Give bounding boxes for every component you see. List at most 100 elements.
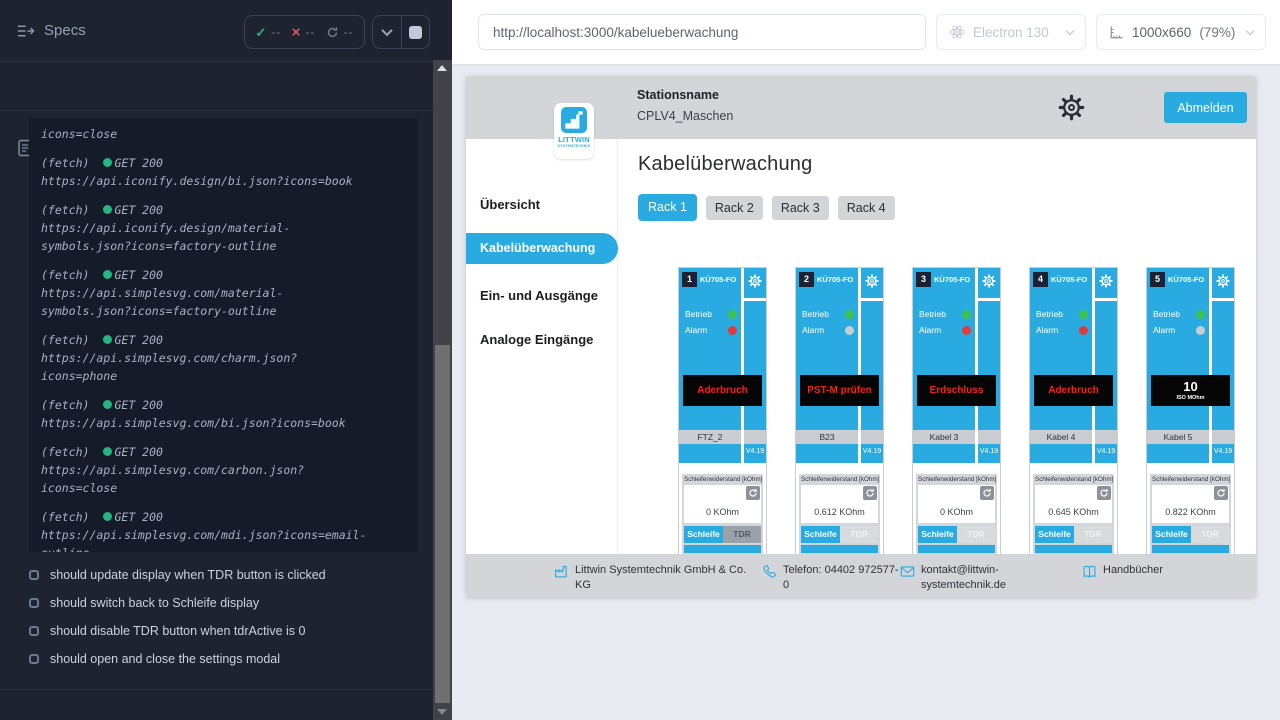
betrieb-label: Betrieb (1153, 309, 1180, 319)
sidebar-item-1[interactable]: Übersicht (466, 190, 618, 220)
log-entry-head: (fetch)GET 200 (41, 331, 406, 349)
refresh-icon (865, 488, 876, 498)
footer-text: kontakt@littwin-systemtechnik.de (921, 563, 1033, 593)
tdr-button[interactable]: TDR (1191, 526, 1229, 543)
measurement-panel: Schleifenwiderstand [kOhm]0.822 KOhmSchl… (1148, 472, 1233, 557)
card-settings-gear-button[interactable] (978, 272, 1000, 290)
alarm-label: Alarm (802, 325, 824, 335)
schleife-button[interactable]: Schleife (801, 526, 840, 543)
measurement-display: 0 KOhm (918, 485, 995, 523)
cable-name-side (1095, 430, 1117, 444)
specs-toggle-button[interactable]: Specs (16, 22, 86, 39)
settings-gear-button[interactable] (1058, 93, 1086, 121)
test-label: should open and close the settings modal (50, 652, 280, 666)
tdr-button[interactable]: TDR (957, 526, 995, 543)
tab-rack-3[interactable]: Rack 3 (772, 196, 829, 220)
failed-icon: × (292, 25, 301, 40)
device-card: 2KÜ705-FOBetriebAlarmPST-M prüfenB23V4.1… (795, 267, 884, 557)
card-settings-gear-button[interactable] (1212, 272, 1234, 290)
log-entry: (fetch)GET 200https://api.simplesvg.com/… (41, 508, 406, 552)
footer-item-phone: Telefon: 04402 972577-0 (762, 563, 901, 593)
card-settings-gear-button[interactable] (861, 272, 883, 290)
footer-item-book[interactable]: Handbücher (1082, 563, 1223, 584)
cable-name-label: FTZ_2 (679, 430, 741, 444)
refresh-icon (1099, 488, 1110, 498)
sidebar-item-3[interactable]: Ein- und Ausgänge (466, 281, 618, 311)
test-item[interactable]: should switch back to Schleife display (29, 589, 433, 617)
firmware-version: V4.19 (1095, 448, 1117, 455)
display-alarm-text: PST-M prüfen (807, 385, 871, 396)
schleife-button[interactable]: Schleife (684, 526, 723, 543)
chevron-down-icon (1066, 26, 1074, 34)
schleife-button[interactable]: Schleife (918, 526, 957, 543)
log-url-line: icons=close (41, 125, 406, 143)
tab-rack-1[interactable]: Rack 1 (638, 194, 697, 221)
card-bottom-strip (918, 545, 995, 553)
page-title: Kabelüberwachung (638, 153, 812, 176)
schleife-button[interactable]: Schleife (1152, 526, 1191, 543)
test-label: should switch back to Schleife display (50, 596, 259, 610)
screen: Specs ✓-- ×-- -- kue705fo.cy.ts 00:11 ic… (0, 0, 1280, 720)
log-entry-head: (fetch)GET 200 (41, 508, 406, 526)
station-info: Stationsname CPLV4_Maschen (637, 88, 733, 123)
sidebar-item-2[interactable]: Kabelüberwachung (466, 233, 618, 264)
log-url-line: https://api.simplesvg.com/carbon.json? (41, 461, 406, 479)
sidebar-item-4[interactable]: Analoge Eingänge (466, 325, 618, 355)
gear-icon (1058, 94, 1085, 121)
test-item[interactable]: should disable TDR button when tdrActive… (29, 617, 433, 645)
scroll-down-arrow-icon[interactable] (437, 709, 447, 715)
measurement-value: 0 KOhm (684, 507, 761, 517)
log-entry-head: (fetch)GET 200 (41, 201, 406, 219)
tdr-button[interactable]: TDR (723, 526, 761, 543)
cable-name-side (1212, 430, 1234, 444)
rack-tabs: Rack 1 Rack 2 Rack 3 Rack 4 (638, 196, 895, 221)
log-status: GET 200 (114, 445, 162, 459)
tdr-button[interactable]: TDR (1074, 526, 1112, 543)
url-input[interactable] (478, 14, 926, 50)
measurement-display: 0.645 KOhm (1035, 485, 1112, 523)
gear-icon (978, 274, 1000, 288)
log-url-line: https://api.simplesvg.com/charm.json? (41, 349, 406, 367)
cable-name-side (978, 430, 1000, 444)
tab-rack-4[interactable]: Rack 4 (838, 196, 895, 220)
refresh-button[interactable] (863, 486, 877, 500)
device-card: 4KÜ705-FOBetriebAlarmAderbruchKabel 4V4.… (1029, 267, 1118, 557)
firmware-version: V4.19 (1212, 448, 1234, 455)
card-bottom-strip (684, 545, 761, 553)
refresh-button[interactable] (1214, 486, 1228, 500)
logout-button[interactable]: Abmelden (1164, 92, 1247, 123)
tab-rack-2[interactable]: Rack 2 (706, 196, 763, 220)
log-entry-head: (fetch)GET 200 (41, 396, 406, 414)
device-card: 5KÜ705-FOBetriebAlarm10ISO MOhmKabel 5V4… (1146, 267, 1235, 557)
log-url-line: https://api.simplesvg.com/material- (41, 284, 406, 302)
log-entry: (fetch)GET 200https://api.simplesvg.com/… (41, 331, 406, 385)
status-dot-icon (103, 447, 112, 456)
measurement-panel: Schleifenwiderstand [kOhm]0.645 KOhmSchl… (1031, 472, 1116, 557)
footer-item-email[interactable]: kontakt@littwin-systemtechnik.de (900, 563, 1033, 593)
tdr-button[interactable]: TDR (840, 526, 878, 543)
factory-icon (554, 563, 569, 593)
card-settings-gear-button[interactable] (744, 272, 766, 290)
log-entry: (fetch)GET 200https://api.simplesvg.com/… (41, 443, 406, 497)
viewport-size: 1000x660 (1132, 25, 1191, 40)
refresh-button[interactable] (1097, 486, 1111, 500)
runner-scrollbar[interactable] (433, 60, 452, 720)
card-settings-gear-button[interactable] (1095, 272, 1117, 290)
firmware-version: V4.19 (978, 448, 1000, 455)
side-panel-divider (744, 298, 766, 301)
refresh-icon (748, 488, 759, 498)
viewport-selector[interactable]: 1000x660 (79%) (1096, 14, 1266, 50)
browser-selector[interactable]: Electron 130 (936, 14, 1086, 50)
collapse-button[interactable] (373, 16, 401, 48)
log-entry: (fetch)GET 200https://api.simplesvg.com/… (41, 396, 406, 432)
test-item[interactable]: should open and close the settings modal (29, 645, 433, 673)
scroll-up-arrow-icon[interactable] (437, 65, 447, 71)
test-item[interactable]: should update display when TDR button is… (29, 561, 433, 589)
log-url-line: icons=phone (41, 367, 406, 385)
schleife-button[interactable]: Schleife (1035, 526, 1074, 543)
refresh-button[interactable] (746, 486, 760, 500)
status-display: Aderbruch (1034, 375, 1113, 406)
refresh-button[interactable] (980, 486, 994, 500)
scrollbar-thumb[interactable] (435, 345, 450, 703)
stop-button[interactable] (401, 16, 430, 48)
